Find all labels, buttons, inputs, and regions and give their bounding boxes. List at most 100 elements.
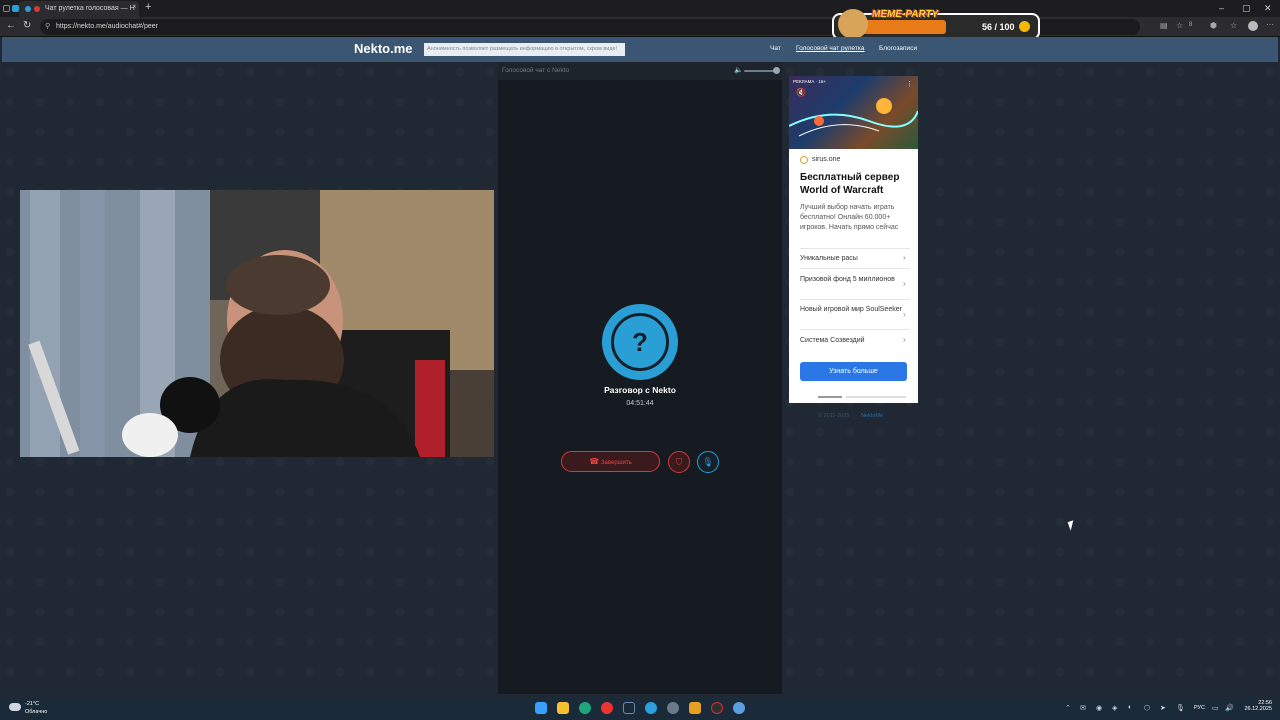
pinned-tab-icon[interactable] xyxy=(12,5,19,12)
conversation-title: Разговор с Nekto xyxy=(604,385,676,395)
tab-close-icon[interactable]: × xyxy=(132,2,137,11)
chevron-right-icon: › xyxy=(903,310,906,319)
file-explorer-icon[interactable] xyxy=(557,702,569,714)
meme-score: 56 / 100 xyxy=(982,22,1015,32)
clock-date: 26.12.2025 xyxy=(1244,706,1272,712)
nav-link-voice-chat[interactable]: Голосовой чат рулетка xyxy=(796,45,864,52)
tray-telegram-icon[interactable]: ➤ xyxy=(1160,704,1166,712)
ad-title[interactable]: Бесплатный сервер World of Warcraft xyxy=(800,171,912,197)
bookmark-star-icon[interactable]: ☆ xyxy=(1176,21,1183,30)
yandex-browser-icon[interactable] xyxy=(601,702,613,714)
tray-app-icon[interactable]: ✉ xyxy=(1080,704,1086,712)
tray-steam-icon[interactable]: ◈ xyxy=(1112,704,1117,712)
ad-item[interactable]: Новый игровой мир SoulSeeker xyxy=(800,305,908,315)
tab-active[interactable]: Чат рулетка голосовая — Н xyxy=(19,1,139,17)
ad-cta-button[interactable]: Узнать больше xyxy=(800,362,907,381)
webcam-image xyxy=(20,190,494,457)
start-icon[interactable] xyxy=(535,702,547,714)
muted-speaker-icon[interactable]: 🔇 xyxy=(796,88,806,97)
end-call-button[interactable]: ☎ Завершить xyxy=(561,451,660,472)
ad-carousel-track xyxy=(846,396,906,398)
chevron-right-icon: › xyxy=(903,253,906,262)
ad-divider xyxy=(800,329,910,330)
ad-site-favicon-icon xyxy=(800,156,808,164)
back-icon[interactable]: ← xyxy=(6,20,16,31)
ad-divider xyxy=(800,248,910,249)
ad-divider xyxy=(800,299,910,300)
maximize-icon[interactable]: ▢ xyxy=(1242,3,1251,14)
chat-panel-title: Голосовой чат с Nekto xyxy=(502,67,570,74)
profile-avatar[interactable] xyxy=(1248,21,1258,31)
obs-icon[interactable] xyxy=(711,702,723,714)
browser-tab-strip xyxy=(0,0,1280,17)
app-icon[interactable] xyxy=(689,702,701,714)
extension-count: 8 xyxy=(1189,22,1193,28)
ad-item[interactable]: Уникальные расы xyxy=(800,254,908,264)
edge-browser-icon[interactable] xyxy=(579,702,591,714)
unknown-user-icon: ? xyxy=(611,313,669,371)
taskbar-clock[interactable]: 22:56 26.12.2025 xyxy=(1240,700,1272,712)
tray-app-icon[interactable]: ⬡ xyxy=(1144,704,1150,712)
reload-icon[interactable]: ↻ xyxy=(23,20,31,31)
coin-icon xyxy=(1019,21,1030,32)
input-language[interactable]: РУС xyxy=(1194,705,1205,711)
site-info-icon[interactable]: ⚲ xyxy=(45,19,50,35)
tab-list-icon[interactable] xyxy=(3,5,10,12)
hangup-icon: ☎ xyxy=(589,457,600,466)
minimize-icon[interactable]: – xyxy=(1219,3,1224,13)
ad-site[interactable]: sirus.one xyxy=(812,156,840,163)
microphone-icon: 🎙 xyxy=(702,457,714,467)
chevron-right-icon: › xyxy=(903,335,906,344)
doge-avatar-icon xyxy=(838,9,868,39)
volume-slider-handle[interactable] xyxy=(773,67,780,74)
windows-taskbar xyxy=(0,698,1280,720)
extensions-icon[interactable]: ⬢ xyxy=(1210,21,1217,30)
chevron-right-icon: › xyxy=(903,279,906,288)
end-call-label: Завершить xyxy=(600,460,632,466)
app-icon-2[interactable] xyxy=(733,702,745,714)
weather-temperature[interactable]: -21°C xyxy=(25,701,39,707)
tray-overflow-icon[interactable]: ⌃ xyxy=(1065,704,1071,712)
nav-link-chat[interactable]: Чат xyxy=(770,45,781,52)
tray-microphone-icon[interactable]: 🎙 xyxy=(1176,704,1185,712)
nav-link-blog[interactable]: Блогозаписи xyxy=(879,45,917,52)
footer-copyright: © 2011-2025 NektoMe xyxy=(818,413,883,419)
shield-icon: ⛉ xyxy=(675,457,683,467)
weather-condition[interactable]: Облачно xyxy=(25,709,47,715)
tray-app-icon[interactable]: ◉ xyxy=(1096,704,1102,712)
steam-icon[interactable] xyxy=(623,702,635,714)
anonymity-notice: Анонимность позволяет размещать информац… xyxy=(424,43,625,56)
copyright-text: © 2011-2025 xyxy=(818,413,850,419)
call-timer: 04:51:44 xyxy=(626,400,654,407)
ad-menu-icon[interactable]: ⋮ xyxy=(906,80,913,88)
speaker-icon[interactable]: 🔊 xyxy=(1225,704,1234,712)
settings-icon[interactable] xyxy=(667,702,679,714)
report-button[interactable]: ⛉ xyxy=(668,451,690,473)
network-icon[interactable]: ▭ xyxy=(1212,704,1219,712)
ad-image[interactable] xyxy=(789,76,918,149)
more-menu-icon[interactable]: ⋯ xyxy=(1266,20,1274,29)
ad-item[interactable]: Система Созвездий xyxy=(800,336,908,346)
ad-item[interactable]: Призовой фонд 5 миллионов xyxy=(800,275,908,285)
ad-carousel-indicator[interactable] xyxy=(818,396,842,398)
ad-description: Лучший выбор начать играть бесплатно! Он… xyxy=(800,204,899,231)
weather-cloud-icon[interactable] xyxy=(9,703,21,711)
tab-favicon-icon xyxy=(25,6,31,12)
reader-icon[interactable]: ▤ xyxy=(1160,21,1168,30)
close-window-icon[interactable]: ✕ xyxy=(1264,3,1272,14)
tray-app-icon[interactable]: ◐ xyxy=(1128,704,1132,711)
footer-brand-link[interactable]: NektoMe xyxy=(861,413,883,419)
telegram-icon[interactable] xyxy=(645,702,657,714)
ad-label: РЕКЛАМА · 16+ xyxy=(793,79,826,84)
ad-divider xyxy=(800,268,910,269)
tab-title: Чат рулетка голосовая — Н xyxy=(45,5,135,12)
tab-recording-icon xyxy=(34,6,40,12)
url-text: https://nekto.me/audiochat#/peer xyxy=(56,23,158,30)
favorites-icon[interactable]: ☆ xyxy=(1230,21,1237,30)
meme-party-title: MEME-PARTY xyxy=(872,9,939,20)
volume-icon[interactable]: 🔈 xyxy=(734,66,743,74)
ad-game-artwork xyxy=(789,98,918,137)
microphone-button[interactable]: 🎙 xyxy=(697,451,719,473)
site-logo[interactable]: Nekto.me xyxy=(354,41,413,56)
new-tab-button[interactable]: + xyxy=(145,1,151,13)
